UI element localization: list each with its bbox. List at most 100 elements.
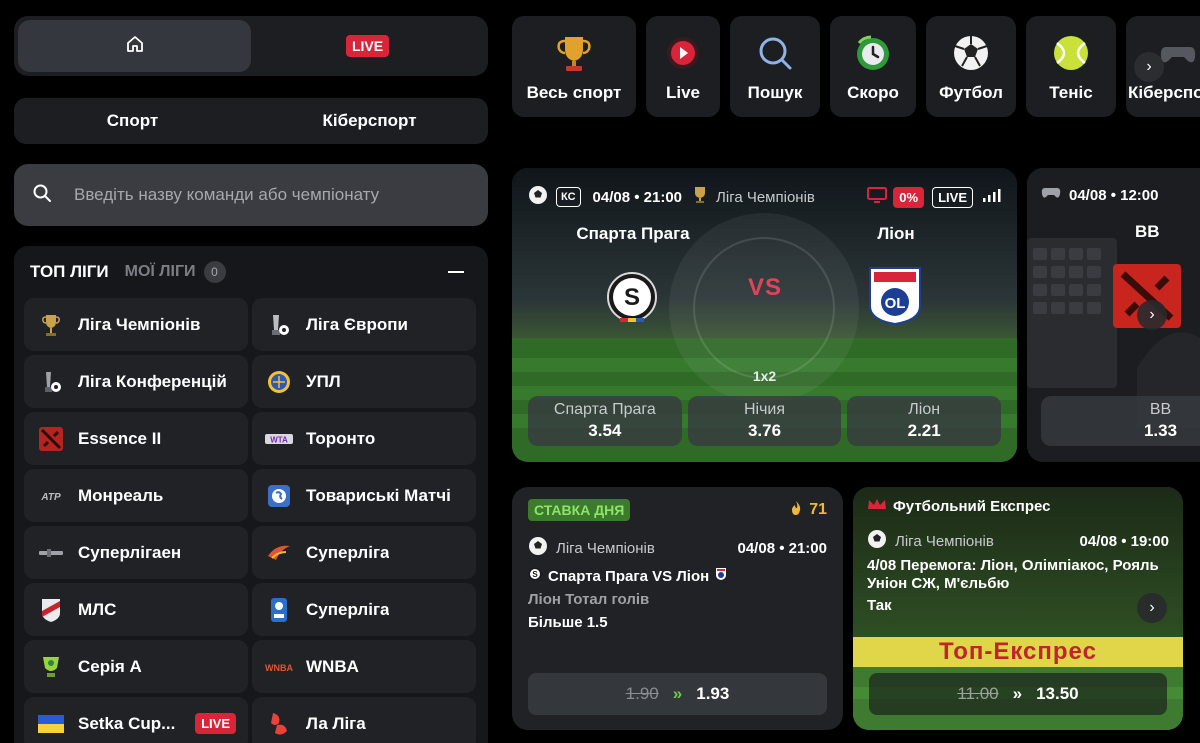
express-answer: Так <box>867 597 892 614</box>
tab-sport[interactable]: Спорт <box>14 98 251 144</box>
express-league: Ліга Чемпіонів <box>895 532 994 550</box>
search-bar <box>14 164 488 226</box>
new-odds: 1.93 <box>696 684 730 703</box>
express-card[interactable]: Футбольний Експрес Ліга Чемпіонів 04/08 … <box>853 487 1183 730</box>
league-label: Торонто <box>306 428 376 448</box>
chevron-right-icon: › <box>1149 306 1155 323</box>
card-next-button[interactable]: › <box>1137 300 1167 330</box>
sport-tile-all[interactable]: Весь спорт <box>512 16 636 117</box>
popularity: 71 <box>789 500 827 521</box>
bet-pick: Більше 1.5 <box>528 614 608 631</box>
live-badge: LIVE <box>932 186 973 208</box>
league-item[interactable]: Товариські Матчі <box>252 469 476 522</box>
express-league-row: Ліга Чемпіонів 04/08 • 19:00 <box>867 529 1169 553</box>
sparta-praha-logo-icon: S <box>607 272 657 331</box>
bet-of-day-card[interactable]: СТАВКА ДНЯ 71 Ліга Чемпіонів 04/08 • 21:… <box>512 487 843 730</box>
globe-icon <box>264 481 294 511</box>
sport-tile-label: Теніс <box>1049 83 1093 102</box>
odds-value: 1.33 <box>1143 421 1178 440</box>
league-item[interactable]: МЛС <box>24 583 248 636</box>
sport-tile-label: Футбол <box>939 83 1003 102</box>
bet-odds-button[interactable]: 1.90 » 1.93 <box>528 673 827 715</box>
league-item[interactable]: Ліга Європи <box>252 298 476 351</box>
odds-name: Ліон <box>908 401 941 418</box>
popularity-count: 71 <box>809 501 827 518</box>
double-chevron-icon: » <box>672 684 683 703</box>
bet-league: Ліга Чемпіонів <box>556 539 655 557</box>
express-datetime: 04/08 • 19:00 <box>1079 532 1170 550</box>
express-next-button[interactable]: › <box>1137 593 1167 623</box>
odds-button-home[interactable]: Спарта Прага 3.54 <box>528 396 682 446</box>
tv-icon <box>867 186 888 208</box>
collapse-icon[interactable] <box>448 271 464 273</box>
league-label: Setka Cup... <box>78 713 176 733</box>
league-item[interactable]: Суперліга <box>252 583 476 636</box>
clock-icon <box>851 31 895 75</box>
match-datetime: 04/08 • 21:00 <box>592 188 683 206</box>
sport-tile-label: Кіберспорт <box>1128 83 1200 102</box>
league-item[interactable]: Серія А <box>24 640 248 693</box>
fire-icon <box>789 500 803 521</box>
express-odds-button[interactable]: 11.00 » 13.50 <box>869 673 1167 715</box>
odds-name: Спарта Прага <box>553 401 656 418</box>
sport-tile-label: Пошук <box>747 83 803 102</box>
match-card[interactable]: КС 04/08 • 21:00 Ліга Чемпіонів 0% LIVE … <box>512 168 1017 462</box>
live-mode-button[interactable]: LIVE <box>251 20 484 72</box>
leagues-panel: ТОП ЛІГИ МОЇ ЛІГИ 0 Ліга Чемпіонів Ліга … <box>14 246 488 743</box>
match-league: Ліга Чемпіонів <box>716 188 815 206</box>
sport-tile-search[interactable]: Пошук <box>730 16 820 117</box>
chevron-right-icon: › <box>1146 58 1152 75</box>
sport-tile-tennis[interactable]: Теніс <box>1026 16 1116 117</box>
league-label: Монреаль <box>78 485 164 505</box>
league-item[interactable]: Суперлігаен <box>24 526 248 579</box>
bet-teams-label: Спарта Прага VS Ліон <box>548 567 710 585</box>
league-item[interactable]: Ла Ліга <box>252 697 476 743</box>
league-item[interactable]: Setka Cup... LIVE <box>24 697 248 743</box>
league-item[interactable]: ATP Монреаль <box>24 469 248 522</box>
league-item[interactable]: Essence II <box>24 412 248 465</box>
match-header: КС 04/08 • 21:00 Ліга Чемпіонів 0% LIVE <box>528 184 1001 210</box>
sport-tile-live[interactable]: Live <box>646 16 720 117</box>
league-item[interactable]: WNBA WNBA <box>252 640 476 693</box>
bet-datetime: 04/08 • 21:00 <box>737 539 828 557</box>
tab-top-leagues[interactable]: ТОП ЛІГИ <box>30 262 109 282</box>
sport-type-switch: Спорт Кіберспорт <box>14 98 488 144</box>
league-item[interactable]: Ліга Чемпіонів <box>24 298 248 351</box>
bet-market: Ліон Тотал голів <box>528 591 650 608</box>
tab-esport[interactable]: Кіберспорт <box>251 98 488 144</box>
uel-trophy-icon <box>264 310 294 340</box>
league-item[interactable]: Ліга Конференцій <box>24 355 248 408</box>
home-button[interactable] <box>18 20 251 72</box>
odds-value: 3.54 <box>588 421 622 440</box>
olympique-lyonnais-logo-icon: OL <box>868 266 922 331</box>
bet-of-day-badge: СТАВКА ДНЯ <box>528 499 631 521</box>
odds-button[interactable]: BB 1.33 <box>1041 396 1200 446</box>
league-label: Ліга Конференцій <box>78 371 227 391</box>
wnba-icon: WNBA <box>264 652 294 682</box>
odds-button-draw[interactable]: Нічия 3.76 <box>687 396 842 446</box>
laliga-icon <box>264 709 294 739</box>
sport-tile-soon[interactable]: Скоро <box>830 16 916 117</box>
tab-my-leagues[interactable]: МОЇ ЛІГИ <box>125 263 196 281</box>
sport-tile-label: Скоро <box>847 83 899 102</box>
league-item[interactable]: WTA Торонто <box>252 412 476 465</box>
league-item[interactable]: Суперліга <box>252 526 476 579</box>
superliga-icon <box>264 538 294 568</box>
serie-a-brazil-icon <box>36 652 66 682</box>
soccer-ball-icon <box>949 31 993 75</box>
express-description: 4/08 Перемога: Ліон, Олімпіакос, Рояль У… <box>867 557 1159 592</box>
search-input[interactable] <box>74 185 470 205</box>
sport-tile-football[interactable]: Футбол <box>926 16 1016 117</box>
odds-button-away[interactable]: Ліон 2.21 <box>847 396 1002 446</box>
league-label: WNBA <box>306 656 359 676</box>
match2-header: 04/08 • 12:00 <box>1041 186 1159 204</box>
home-icon <box>125 34 145 59</box>
match-card-esport[interactable]: 04/08 • 12:00 BB › BB 1.33 <box>1027 168 1200 462</box>
bet-of-day-header: СТАВКА ДНЯ 71 <box>528 499 827 521</box>
uecl-trophy-icon <box>36 367 66 397</box>
bet-teams: S Спарта Прага VS Ліон <box>528 567 827 585</box>
svg-text:WNBA: WNBA <box>265 663 293 673</box>
strip-next-button[interactable]: › <box>1134 52 1164 82</box>
league-item[interactable]: УПЛ <box>252 355 476 408</box>
ks-badge: КС <box>556 187 581 207</box>
